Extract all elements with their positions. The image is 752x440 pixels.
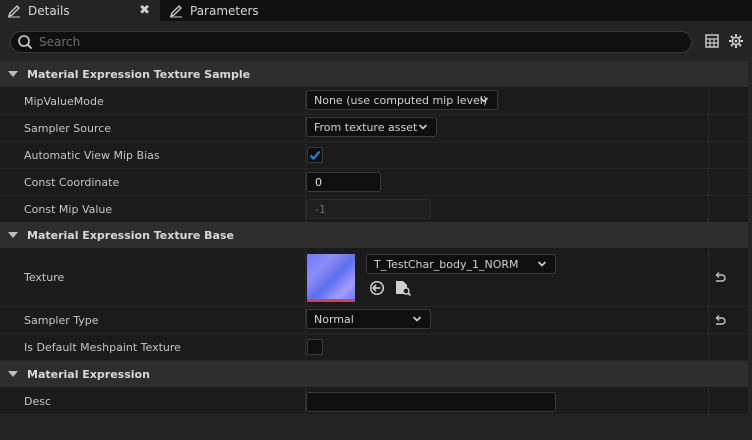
property-label: Sampler Source	[24, 121, 112, 135]
collapse-arrow-icon	[8, 71, 18, 77]
pencil-icon	[6, 3, 22, 19]
dropdown-value: T_TestChar_body_1_NORM	[374, 257, 519, 271]
mipvaluemode-dropdown[interactable]: None (use computed mip level)	[306, 90, 498, 110]
property-row-const-coordinate: Const Coordinate 0	[0, 169, 748, 196]
dropdown-value: None (use computed mip level)	[314, 93, 488, 107]
search-icon	[18, 35, 33, 50]
chevron-down-icon	[537, 261, 547, 267]
tab-bar: Details ✖ Parameters	[0, 0, 752, 21]
texture-thumbnail[interactable]	[307, 254, 355, 302]
texture-asset-picker[interactable]: T_TestChar_body_1_NORM	[366, 254, 556, 274]
property-row-is-default-meshpaint: Is Default Meshpaint Texture	[0, 334, 748, 361]
chevron-down-icon	[479, 97, 489, 103]
property-row-texture: Texture T_TestChar_body_1_NORM	[0, 249, 748, 307]
section-texture-sample-header[interactable]: Material Expression Texture Sample	[0, 61, 748, 88]
property-label: Automatic View Mip Bias	[24, 148, 160, 162]
property-label: Desc	[24, 394, 52, 408]
search-input[interactable]	[39, 35, 639, 49]
section-title: Material Expression Texture Sample	[27, 67, 251, 81]
use-selected-asset-icon[interactable]	[369, 280, 385, 296]
property-label: Const Mip Value	[24, 202, 113, 216]
tab-parameters[interactable]: Parameters	[162, 0, 282, 21]
property-label: Const Coordinate	[24, 175, 120, 189]
section-title: Material Expression	[27, 367, 150, 381]
auto-view-mip-bias-checkbox[interactable]	[307, 147, 323, 163]
property-row-sampler-source: Sampler Source From texture asset	[0, 115, 748, 142]
property-row-auto-view-mip-bias: Automatic View Mip Bias	[0, 142, 748, 169]
property-label: Is Default Meshpaint Texture	[24, 340, 181, 354]
is-default-meshpaint-checkbox[interactable]	[307, 339, 323, 355]
search-box[interactable]	[10, 31, 692, 53]
tab-parameters-label: Parameters	[190, 3, 259, 18]
property-row-desc: Desc	[0, 388, 748, 415]
checkmark-icon	[309, 150, 321, 160]
collapse-arrow-icon	[8, 232, 18, 238]
pencil-icon	[168, 3, 184, 19]
const-coordinate-input[interactable]: 0	[306, 172, 381, 192]
browse-to-asset-icon[interactable]	[394, 279, 412, 297]
reset-to-default-icon[interactable]	[713, 271, 727, 285]
table-view-icon[interactable]	[704, 33, 720, 49]
const-mip-value-input: -1	[306, 199, 431, 219]
section-texture-base-header[interactable]: Material Expression Texture Base	[0, 222, 748, 249]
sampler-source-dropdown[interactable]: From texture asset	[306, 117, 437, 137]
property-row-sampler-type: Sampler Type Normal	[0, 307, 748, 334]
reset-to-default-icon[interactable]	[713, 314, 727, 328]
sampler-type-dropdown[interactable]: Normal	[306, 309, 431, 329]
tab-details[interactable]: Details ✖	[0, 0, 160, 21]
section-title: Material Expression Texture Base	[27, 228, 234, 242]
close-icon[interactable]: ✖	[139, 3, 150, 18]
section-material-expression-header[interactable]: Material Expression	[0, 361, 748, 388]
dropdown-value: From texture asset	[314, 120, 418, 134]
desc-input[interactable]	[306, 392, 556, 412]
tab-details-label: Details	[28, 3, 70, 18]
chevron-down-icon	[418, 124, 428, 130]
dropdown-value: Normal	[314, 312, 354, 326]
property-row-const-mip-value: Const Mip Value -1	[0, 196, 748, 223]
chevron-down-icon	[412, 316, 422, 322]
search-row	[0, 21, 752, 61]
gear-icon[interactable]	[728, 33, 744, 49]
property-row-mipvaluemode: MipValueMode None (use computed mip leve…	[0, 88, 748, 115]
property-label: Texture	[24, 271, 65, 284]
property-label: MipValueMode	[24, 94, 104, 108]
collapse-arrow-icon	[8, 371, 18, 377]
property-label: Sampler Type	[24, 313, 99, 327]
